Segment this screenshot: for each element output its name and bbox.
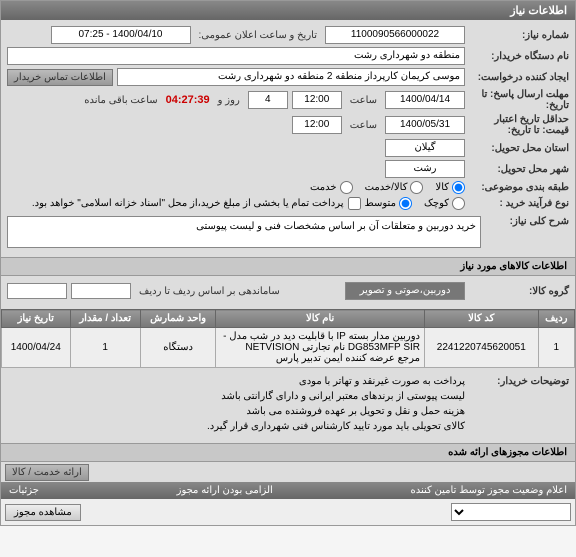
details-label: جزئیات bbox=[9, 485, 39, 496]
note-line-2: لیست پیوستی از برندهای معتبر ایرانی و دا… bbox=[7, 389, 465, 404]
cell-qty: 1 bbox=[70, 328, 140, 368]
th-row: ردیف bbox=[538, 310, 574, 328]
status-select[interactable] bbox=[451, 503, 571, 521]
radio-goods-service[interactable]: کالا/خدمت bbox=[365, 181, 424, 194]
cell-date: 1400/04/24 bbox=[2, 328, 71, 368]
radio-goods-service-input[interactable] bbox=[410, 181, 423, 194]
creator-label: ایجاد کننده درخواست: bbox=[469, 72, 569, 83]
th-name: نام کالا bbox=[216, 310, 425, 328]
summary-field: خرید دوربین و متعلقات آن بر اساس مشخصات … bbox=[7, 216, 481, 248]
countdown: 04:27:39 bbox=[166, 94, 210, 106]
radio-small-input[interactable] bbox=[452, 197, 465, 210]
radio-goods-input[interactable] bbox=[452, 181, 465, 194]
radio-goods[interactable]: کالا bbox=[435, 181, 465, 194]
cell-name: دوربین مدار بسته IP با قابلیت دید در شب … bbox=[216, 328, 425, 368]
radio-small-label: کوچک bbox=[424, 198, 449, 209]
radio-medium-label: متوسط bbox=[365, 198, 396, 209]
deadline-time-field: 12:00 bbox=[292, 91, 342, 109]
table-row: 1 2241220745620051 دوربین مدار بسته IP ب… bbox=[2, 328, 575, 368]
creator-field: موسی کریمان کارپرداز منطقه 2 منطقه دو شه… bbox=[117, 68, 465, 86]
days-label: روز و bbox=[214, 95, 244, 106]
radio-service-label: خدمت bbox=[310, 182, 337, 193]
group-label: گروه کالا: bbox=[469, 286, 569, 297]
payment-note: پرداخت تمام یا بخشی از مبلغ خرید،از محل … bbox=[32, 198, 344, 209]
validity-time-field: 12:00 bbox=[292, 116, 342, 134]
province-label: استان محل تحویل: bbox=[469, 143, 569, 154]
time-label-1: ساعت bbox=[346, 95, 381, 106]
note-line-3: هزینه حمل و نقل و تحویل بر عهده فروشنده … bbox=[7, 404, 465, 419]
sort-from[interactable] bbox=[71, 283, 131, 299]
need-no-field: 1100090566000022 bbox=[325, 26, 465, 44]
buyer-org-label: نام دستگاه خریدار: bbox=[469, 51, 569, 62]
radio-small[interactable]: کوچک bbox=[424, 197, 465, 210]
province-field: گیلان bbox=[385, 139, 465, 157]
deadline-label: مهلت ارسال پاسخ: تا تاریخ: bbox=[469, 89, 569, 111]
time-label-2: ساعت bbox=[346, 120, 381, 131]
days-left-field: 4 bbox=[248, 91, 288, 109]
announce-label: تاریخ و ساعت اعلان عمومی: bbox=[195, 30, 322, 41]
radio-medium-input[interactable] bbox=[399, 197, 412, 210]
panel-title: اطلاعات نیاز bbox=[1, 1, 575, 20]
validity-date-field: 1400/05/31 bbox=[385, 116, 465, 134]
classification-label: طبقه بندی موضوعی: bbox=[469, 182, 569, 193]
buyer-notes-label: توضیحات خریدار: bbox=[469, 374, 569, 389]
th-date: تاریخ نیاز bbox=[2, 310, 71, 328]
radio-goods-label: کالا bbox=[435, 182, 449, 193]
payment-checkbox[interactable] bbox=[348, 197, 361, 210]
th-unit: واحد شمارش bbox=[140, 310, 215, 328]
announce-field: 1400/04/10 - 07:25 bbox=[51, 26, 191, 44]
cell-code: 2241220745620051 bbox=[424, 328, 538, 368]
view-permit-button[interactable]: مشاهده مجوز bbox=[5, 504, 81, 521]
cell-unit: دستگاه bbox=[140, 328, 215, 368]
sort-to[interactable] bbox=[7, 283, 67, 299]
items-section-title: اطلاعات کالاهای مورد نیاز bbox=[1, 257, 575, 276]
radio-service[interactable]: خدمت bbox=[310, 181, 353, 194]
note-line-4: کالای تحویلی باید مورد تایید کارشناس فنی… bbox=[7, 419, 465, 434]
radio-medium[interactable]: متوسط bbox=[365, 197, 412, 210]
validity-label: حداقل تاریخ اعتبار قیمت: تا تاریخ: bbox=[469, 114, 569, 136]
summary-label: شرح کلی نیاز: bbox=[485, 216, 569, 227]
status-title: اعلام وضعیت مجوز توسط تامین کننده bbox=[410, 485, 567, 496]
cell-row: 1 bbox=[538, 328, 574, 368]
sort-label: ساماندهی بر اساس ردیف تا ردیف bbox=[135, 286, 284, 297]
city-label: شهر محل تحویل: bbox=[469, 164, 569, 175]
remaining-label: ساعت باقی مانده bbox=[80, 95, 161, 106]
need-no-label: شماره نیاز: bbox=[469, 30, 569, 41]
radio-service-input[interactable] bbox=[340, 181, 353, 194]
group-field: دوربین،صوتی و تصویر bbox=[345, 282, 465, 300]
deadline-date-field: 1400/04/14 bbox=[385, 91, 465, 109]
buyer-org-field: منطقه دو شهرداری رشت bbox=[7, 47, 465, 65]
process-type-label: نوع فرآیند خرید : bbox=[469, 198, 569, 209]
city-field: رشت bbox=[385, 160, 465, 178]
note-line-1: پرداخت به صورت غیرنقد و تهاتر با مودی bbox=[7, 374, 465, 389]
th-qty: تعداد / مقدار bbox=[70, 310, 140, 328]
permits-section-title: اطلاعات مجوزهای ارائه شده bbox=[1, 443, 575, 462]
mandatory-label: الزامی بودن ارائه مجوز bbox=[177, 485, 273, 496]
contact-link[interactable]: اطلاعات تماس خریدار bbox=[7, 69, 113, 86]
th-code: کد کالا bbox=[424, 310, 538, 328]
items-table: ردیف کد کالا نام کالا واحد شمارش تعداد /… bbox=[1, 309, 575, 368]
tab-goods-service[interactable]: ارائه خدمت / کالا bbox=[5, 464, 89, 481]
radio-goods-service-label: کالا/خدمت bbox=[365, 182, 408, 193]
